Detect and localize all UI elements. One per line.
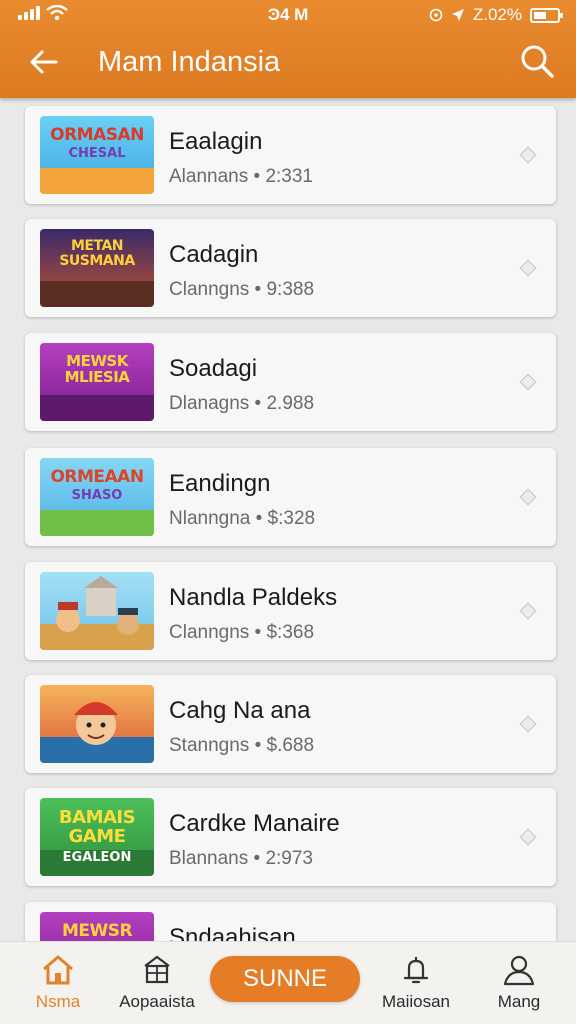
battery-percent: Z.02% [472,5,522,24]
diamond-icon [519,715,537,733]
center-action-button[interactable]: SUNNE [210,956,360,1002]
item-title: Eandingn [169,470,271,497]
list-item[interactable]: METAN SUSMANA Cadagin Clanngns • 9:388 [25,219,556,317]
item-title: Soadagi [169,355,258,382]
game-thumbnail: ORMASAN CHESAL [40,116,154,194]
nav-apps[interactable]: Aopaaista [107,954,207,1012]
item-title: Cardke Manaire [169,810,340,837]
nav-profile-label: Mang [497,992,541,1011]
list-item[interactable]: ORMASAN CHESAL Eaalagin Alannans • 2:331 [25,106,556,204]
battery-icon [530,7,563,23]
thumbnail-art-text: ORMASAN [50,125,144,145]
home-icon [43,955,73,985]
list-item[interactable]: Nandla Paldeks Clanngns • $:368 [25,562,556,660]
nav-profile[interactable]: Mang [469,954,569,1012]
thumbnail-characters [56,576,139,635]
thumbnail-art-subtext: SHASO [71,488,123,503]
alarm-icon [429,8,443,22]
search-icon[interactable] [518,42,556,80]
nav-home[interactable]: Nsma [8,954,108,1012]
item-subtitle: Clanngns • $:368 [169,622,315,643]
list-item[interactable]: BAMAIS GAME EGALEON Cardke Manaire Blann… [25,788,556,886]
game-thumbnail: BAMAIS GAME EGALEON [40,798,154,876]
status-right: Z.02% [429,5,563,25]
thumbnail-art-text: MEWSK MLIESIA [64,352,130,386]
person-icon [503,955,535,986]
item-title: Nandla Paldeks [169,584,338,611]
thumbnail-art-text: MEWSR [61,921,133,941]
item-subtitle: Nlanngna • $:328 [169,508,316,529]
bottom-navigation: Nsma Aopaaista SUNNE Maiiosan Mang [0,941,576,1024]
item-subtitle: Dlanagns • 2.988 [169,393,315,414]
item-title: Eaalagin [169,128,263,155]
diamond-icon [519,602,537,620]
thumbnail-characters [74,702,118,745]
item-subtitle: Alannans • 2:331 [169,166,313,187]
thumbnail-ground [40,168,154,194]
nav-mail-label: Maiiosan [381,992,451,1011]
thumbnail-art-text: METAN SUSMANA [59,238,135,269]
thumbnail-art-text: ORMEAAN [50,467,144,487]
diamond-icon [519,146,537,164]
item-subtitle: Stanngns • $.688 [169,735,315,756]
list-item[interactable]: ORMEAAN SHASO Eandingn Nlanngna • $:328 [25,448,556,546]
game-thumbnail [40,685,154,763]
diamond-icon [519,373,537,391]
location-arrow-icon [451,9,464,21]
item-subtitle: Blannans • 2:973 [169,848,313,869]
game-thumbnail [40,572,154,650]
game-thumbnail: ORMEAAN SHASO [40,458,154,536]
game-thumbnail: MEWSK MLIESIA [40,343,154,421]
thumbnail-ground [40,510,154,536]
bell-icon [403,957,429,984]
nav-home-label: Nsma [35,992,81,1011]
nav-apps-label: Aopaaista [119,992,195,1011]
thumbnail-art-subtext: EGALEON [62,850,132,865]
list-item[interactable]: MEWSK MLIESIA Soadagi Dlanagns • 2.988 [25,333,556,431]
diamond-icon [519,488,537,506]
thumbnail-ground [40,395,154,421]
app-header: Ͽ4 M Z.02% Mam Indansia [0,0,576,98]
item-title: Cadagin [169,241,259,268]
back-arrow-icon[interactable] [26,44,62,80]
item-title: Cahg Na ana [169,697,311,724]
thumbnail-art-text: BAMAIS GAME [58,807,136,847]
thumbnail-ground [40,281,154,307]
status-bar: Ͽ4 M Z.02% [0,0,576,30]
game-thumbnail: METAN SUSMANA [40,229,154,307]
thumbnail-art-subtext: CHESAL [68,146,126,161]
item-subtitle: Clanngns • 9:388 [169,279,315,300]
diamond-icon [519,828,537,846]
store-icon [144,955,170,984]
diamond-icon [519,259,537,277]
list-item[interactable]: Cahg Na ana Stanngns • $.688 [25,675,556,773]
nav-mail[interactable]: Maiiosan [366,954,466,1012]
page-title: Mam Indansia [98,46,281,78]
